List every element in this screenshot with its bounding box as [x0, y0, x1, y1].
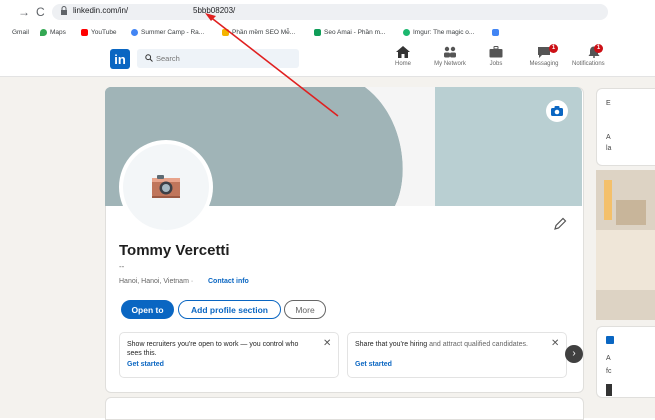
more-button[interactable]: More: [284, 300, 326, 319]
contact-info-link[interactable]: Contact info: [208, 278, 249, 285]
linkedin-mini-icon: [606, 336, 614, 344]
add-profile-section-button[interactable]: Add profile section: [178, 300, 281, 319]
site-icon: [314, 28, 321, 36]
nav-jobs[interactable]: Jobs: [484, 44, 508, 74]
linkedin-logo[interactable]: in: [110, 49, 130, 69]
camera-icon: [551, 106, 563, 116]
search-icon: [145, 54, 153, 62]
bookmark-docs[interactable]: [492, 24, 502, 40]
open-to-work-card: Show recruiters you're open to work — yo…: [119, 332, 339, 378]
notifications-badge: 1: [594, 44, 603, 53]
site-icon: [131, 28, 138, 36]
bookmark-summer-camp[interactable]: Summer Camp - Ra...: [131, 24, 204, 40]
nav-notifications-label: Notifications: [572, 61, 605, 67]
banner-camera-button[interactable]: [546, 100, 568, 122]
docs-icon: [492, 28, 499, 36]
promo-text-rest: and attract qualified candidates.: [427, 341, 528, 348]
next-profile-section: [105, 397, 584, 420]
right-rail-image: [606, 384, 612, 396]
lock-icon: [61, 6, 67, 15]
nav-my-network-label: My Network: [434, 61, 466, 67]
nav-home-label: Home: [394, 61, 411, 67]
right-rail-card: A fc: [596, 326, 655, 398]
promo-text: Share that you're hiring and attract qua…: [355, 340, 535, 349]
promo-text-bold: Share that you're hiring: [355, 341, 428, 348]
profile-photo-placeholder[interactable]: [123, 144, 209, 230]
bookmark-label: YouTube: [91, 28, 117, 36]
right-rail-text: la: [606, 145, 612, 152]
url-field[interactable]: [52, 4, 608, 20]
url-suffix-text: 5bbb08203/: [193, 6, 236, 15]
url-prefix-text: linkedin.com/in/: [73, 6, 129, 15]
open-to-button[interactable]: Open to: [121, 300, 174, 319]
bookmark-label: Seo Amai - Phần m...: [324, 28, 386, 36]
messaging-badge: 1: [549, 44, 558, 53]
briefcase-icon: [489, 46, 503, 58]
right-rail-text: A: [606, 355, 611, 362]
get-started-link[interactable]: Get started: [355, 361, 392, 368]
bookmark-imgur[interactable]: Imgur: The magic o...: [403, 24, 474, 40]
profile-headline: --: [119, 262, 125, 271]
close-icon[interactable]: ✕: [323, 338, 331, 349]
bookmark-seo-amai[interactable]: Seo Amai - Phần m...: [314, 24, 385, 40]
bookmark-label: Maps: [50, 28, 66, 36]
nav-my-network[interactable]: My Network: [428, 44, 472, 74]
ad-image: [596, 170, 655, 320]
imgur-icon: [403, 28, 410, 36]
bookmark-maps[interactable]: Maps: [40, 24, 66, 40]
home-icon: [396, 46, 410, 58]
right-rail-ad-image[interactable]: [596, 170, 655, 320]
right-rail-text: A: [606, 134, 611, 141]
site-icon: [222, 28, 229, 36]
right-rail-text: fc: [606, 368, 612, 375]
network-icon: [444, 46, 456, 58]
close-icon[interactable]: ✕: [551, 338, 559, 349]
youtube-icon: [81, 28, 88, 36]
nav-notifications[interactable]: 1 Notifications: [572, 44, 608, 74]
nav-messaging[interactable]: 1 Messaging: [524, 44, 564, 74]
nav-jobs-label: Jobs: [489, 61, 503, 67]
bookmark-label: Summer Camp - Ra...: [141, 28, 205, 36]
edit-pencil-icon[interactable]: [553, 217, 567, 231]
bookmark-label: Gmail: [12, 28, 29, 36]
bookmark-label: Phần mềm SEO Mễ...: [232, 28, 296, 36]
maps-pin-icon: [40, 28, 47, 36]
bookmarks-bar: Gmail Maps YouTube Summer Camp - Ra... P…: [0, 24, 655, 40]
camera-icon: [152, 175, 180, 198]
nav-home[interactable]: Home: [390, 44, 416, 74]
nav-messaging-label: Messaging: [529, 61, 559, 67]
back-arrow-icon[interactable]: →: [18, 5, 30, 19]
bookmark-label: Imgur: The magic o...: [413, 28, 475, 36]
bookmark-gmail[interactable]: Gmail: [12, 24, 29, 40]
search-input[interactable]: [156, 50, 286, 67]
hiring-card: Share that you're hiring and attract qua…: [347, 332, 567, 378]
reload-icon[interactable]: C: [36, 5, 45, 19]
profile-name: Tommy Vercetti: [119, 242, 230, 259]
bookmark-seo-software[interactable]: Phần mềm SEO Mễ...: [222, 24, 295, 40]
promo-text: Show recruiters you're open to work — yo…: [127, 340, 307, 358]
get-started-link[interactable]: Get started: [127, 361, 164, 368]
promo-text-bold: Show recruiters you're open to work: [127, 341, 239, 348]
right-rail-card: E A la: [596, 88, 655, 166]
carousel-next-button[interactable]: ›: [565, 345, 583, 363]
bookmark-youtube[interactable]: YouTube: [81, 24, 117, 40]
right-rail-text: E: [606, 100, 611, 107]
profile-location: Hanoi, Hanoi, Vietnam ·: [119, 278, 194, 285]
